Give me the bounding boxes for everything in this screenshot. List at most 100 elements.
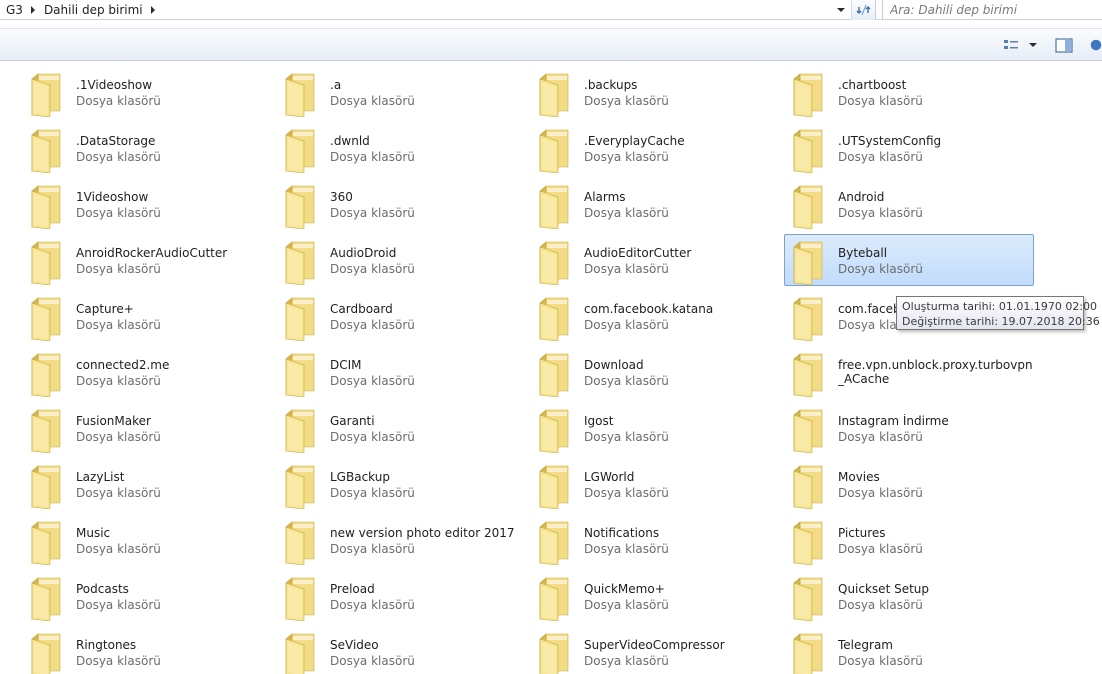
folder-type: Dosya klasörü [838, 206, 923, 220]
folder-icon [280, 295, 322, 342]
folder-name: new version photo editor 2017 [330, 526, 515, 540]
folder-icon [26, 295, 68, 342]
breadcrumb-item-g3[interactable]: G3 [6, 3, 23, 17]
folder-item[interactable]: connected2.me Dosya klasörü [22, 346, 272, 398]
change-view-button[interactable] [1000, 36, 1040, 54]
folder-item[interactable]: Cardboard Dosya klasörü [276, 290, 526, 342]
breadcrumb-item-internal-storage[interactable]: Dahili dep birimi [44, 3, 143, 17]
folder-type: Dosya klasörü [584, 374, 669, 388]
folder-item[interactable]: Preload Dosya klasörü [276, 570, 526, 622]
folder-item[interactable]: SeVideo Dosya klasörü [276, 626, 526, 674]
folder-item[interactable]: LGWorld Dosya klasörü [530, 458, 780, 510]
folder-icon [534, 575, 576, 622]
help-button[interactable] [1090, 36, 1102, 54]
folder-name: com.facebook.katana [584, 302, 714, 316]
folder-item[interactable]: .DataStorage Dosya klasörü [22, 122, 272, 174]
folder-item[interactable]: Music Dosya klasörü [22, 514, 272, 566]
folder-icon [534, 295, 576, 342]
folder-type: Dosya klasörü [584, 654, 669, 668]
folder-icon [788, 519, 830, 566]
folder-icon [26, 631, 68, 674]
folder-item[interactable]: Byteball Dosya klasörü [784, 234, 1034, 286]
folder-item[interactable]: AudioDroid Dosya klasörü [276, 234, 526, 286]
folder-type: Dosya klasörü [76, 486, 161, 500]
folder-name: .chartboost [838, 78, 907, 92]
folder-icon [280, 351, 322, 398]
folder-name: Podcasts [76, 582, 129, 596]
folder-type: Dosya klasörü [584, 262, 669, 276]
folder-name: Igost [584, 414, 614, 428]
folder-name: Telegram [838, 638, 893, 652]
folder-item[interactable]: com.facebook.katana Dosya klasörü [530, 290, 780, 342]
folder-icon [280, 407, 322, 454]
folder-item[interactable]: free.vpn.unblock.proxy.turbovpn_ACacheDo… [784, 346, 1034, 398]
folder-item[interactable]: Pictures Dosya klasörü [784, 514, 1034, 566]
folder-icon [788, 407, 830, 454]
folder-item[interactable]: DCIM Dosya klasörü [276, 346, 526, 398]
folder-item[interactable]: AnroidRockerAudioCutter Dosya klasörü [22, 234, 272, 286]
folder-item[interactable]: LGBackup Dosya klasörü [276, 458, 526, 510]
folder-type: Dosya klasörü [838, 262, 923, 276]
folder-item[interactable]: Alarms Dosya klasörü [530, 178, 780, 230]
folder-name: free.vpn.unblock.proxy.turbovpn_ACache [838, 358, 1033, 386]
folder-type: Dosya klasörü [584, 94, 669, 108]
folder-item[interactable]: Igost Dosya klasörü [530, 402, 780, 454]
folder-name: FusionMaker [76, 414, 151, 428]
folder-item[interactable]: QuickMemo+ Dosya klasörü [530, 570, 780, 622]
preview-pane-button[interactable] [1053, 36, 1075, 54]
folder-icon [280, 575, 322, 622]
file-list-view: .1Videoshow Dosya klasörü .a Dosya klasörü.… [0, 62, 1102, 674]
folder-item[interactable]: AudioEditorCutter Dosya klasörü [530, 234, 780, 286]
folder-type: Dosya klasörü [584, 150, 669, 164]
folder-item[interactable]: .chartboost Dosya klasörü [784, 66, 1034, 118]
folder-type: Dosya klasörü [76, 94, 161, 108]
chevron-down-icon [837, 8, 845, 12]
folder-item[interactable]: FusionMaker Dosya klasörü [22, 402, 272, 454]
folder-icon [534, 351, 576, 398]
folder-type: Dosya klasörü [330, 542, 415, 556]
folder-icon [26, 407, 68, 454]
folder-item[interactable]: Quickset Setup Dosya klasörü [784, 570, 1034, 622]
folder-item[interactable]: Ringtones Dosya klasörü [22, 626, 272, 674]
folder-item[interactable]: .1Videoshow Dosya klasörü [22, 66, 272, 118]
folder-item[interactable]: .backups Dosya klasörü [530, 66, 780, 118]
folder-type: Dosya klasörü [838, 542, 923, 556]
address-history-dropdown[interactable] [832, 0, 850, 20]
search-box[interactable] [882, 0, 1102, 20]
folder-item[interactable]: 360 Dosya klasörü [276, 178, 526, 230]
folder-icon [280, 239, 322, 286]
folder-item[interactable]: Download Dosya klasörü [530, 346, 780, 398]
folder-item[interactable]: Telegram Dosya klasörü [784, 626, 1034, 674]
folder-item[interactable]: SuperVideoCompressor Dosya klasörü [530, 626, 780, 674]
chevron-right-icon[interactable] [30, 6, 35, 14]
folder-icon [788, 295, 830, 342]
folder-icon [26, 183, 68, 230]
breadcrumb[interactable]: G3 Dahili dep birimi [0, 0, 852, 20]
folder-item[interactable]: Garanti Dosya klasörü [276, 402, 526, 454]
folder-type: Dosya klasörü [584, 486, 669, 500]
folder-icon [788, 127, 830, 174]
folder-item[interactable]: .UTSystemConfig Dosya klasörü [784, 122, 1034, 174]
search-input[interactable] [890, 3, 1102, 17]
folder-item[interactable]: .a Dosya klasörü [276, 66, 526, 118]
folder-info-tooltip: Oluşturma tarihi: 01.01.1970 02:00 Değiş… [896, 296, 1100, 330]
folder-item[interactable]: 1Videoshow Dosya klasörü [22, 178, 272, 230]
folder-item[interactable]: Android Dosya klasörü [784, 178, 1034, 230]
folder-icon [534, 183, 576, 230]
folder-item[interactable]: Movies Dosya klasörü [784, 458, 1034, 510]
refresh-button[interactable] [852, 0, 876, 20]
folder-item[interactable]: Podcasts Dosya klasörü [22, 570, 272, 622]
folder-item[interactable]: .dwnld Dosya klasörü [276, 122, 526, 174]
folder-item[interactable]: LazyList Dosya klasörü [22, 458, 272, 510]
folder-name: Preload [330, 582, 375, 596]
folder-type: Dosya klasörü [838, 486, 923, 500]
folder-name: QuickMemo+ [584, 582, 665, 596]
folder-icon [26, 127, 68, 174]
folder-item[interactable]: Notifications Dosya klasörü [530, 514, 780, 566]
folder-item[interactable]: Capture+ Dosya klasörü [22, 290, 272, 342]
tooltip-modified-date: Değiştirme tarihi: 19.07.2018 20:36 [902, 315, 1100, 328]
folder-item[interactable]: new version photo editor 2017 Dosya klasö… [276, 514, 526, 566]
chevron-right-icon[interactable] [150, 6, 155, 14]
folder-item[interactable]: .EveryplayCache Dosya klasörü [530, 122, 780, 174]
folder-item[interactable]: Instagram İndirme Dosya klasörü [784, 402, 1034, 454]
